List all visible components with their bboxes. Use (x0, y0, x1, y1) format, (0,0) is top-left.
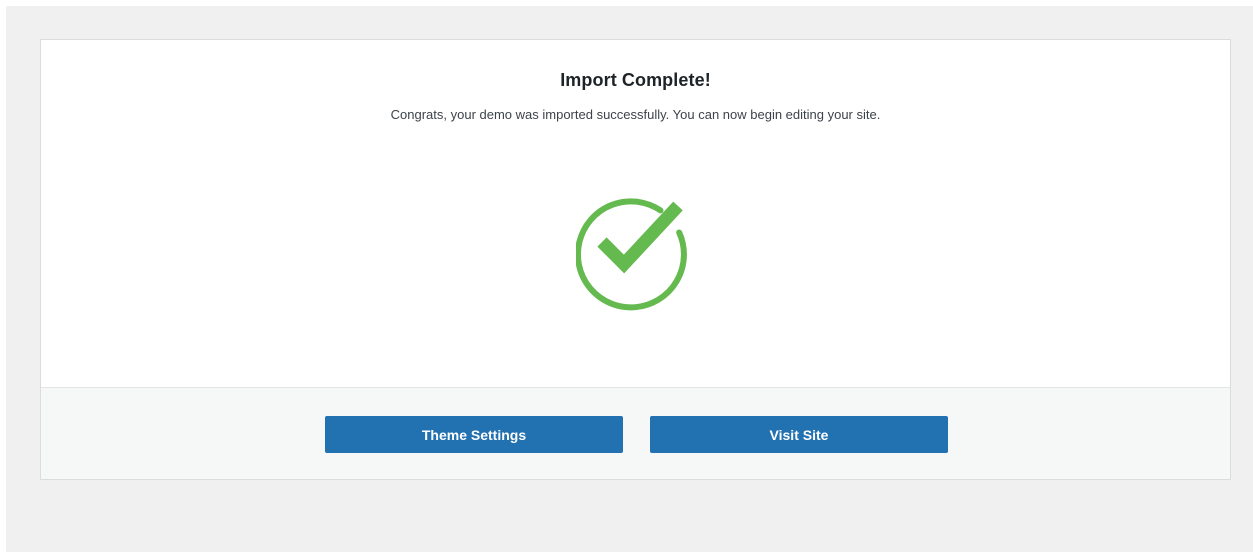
page-background: Import Complete! Congrats, your demo was… (6, 6, 1253, 552)
theme-settings-button[interactable]: Theme Settings (325, 416, 623, 453)
page-title: Import Complete! (560, 70, 711, 90)
card-footer: Theme Settings Visit Site (41, 387, 1230, 479)
import-complete-card: Import Complete! Congrats, your demo was… (40, 39, 1231, 480)
card-body: Import Complete! Congrats, your demo was… (41, 40, 1230, 387)
success-message: Congrats, your demo was imported success… (390, 107, 881, 122)
visit-site-button[interactable]: Visit Site (650, 416, 948, 453)
checkmark-circle-icon (576, 198, 687, 311)
